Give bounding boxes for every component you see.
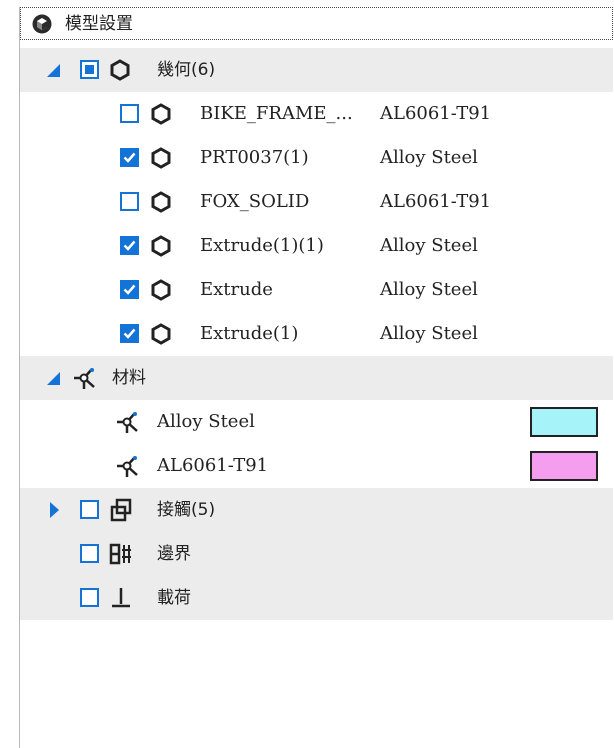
load-icon <box>109 586 133 614</box>
item-name: Extrude <box>200 279 273 300</box>
boundary-label: 邊界 <box>157 544 191 564</box>
expand-arrow-icon[interactable] <box>47 372 60 385</box>
tree-node-geometry[interactable]: 幾何(6) <box>20 48 613 92</box>
item-material: Alloy Steel <box>380 235 478 256</box>
hexagon-icon <box>150 323 172 349</box>
panel-header: 模型設置 <box>20 7 613 40</box>
hexagon-icon <box>150 191 172 217</box>
item-checkbox[interactable] <box>120 192 139 211</box>
geometry-item[interactable]: PRT0037(1) Alloy Steel <box>20 136 613 180</box>
expand-arrow-icon[interactable] <box>47 64 60 77</box>
material-color-swatch[interactable] <box>530 407 598 437</box>
item-material: Alloy Steel <box>380 323 478 344</box>
item-checkbox[interactable] <box>120 104 139 123</box>
checkmark-icon <box>123 152 136 163</box>
geometry-item[interactable]: BIKE_FRAME_... AL6061-T91 <box>20 92 613 136</box>
contacts-label: 接觸(5) <box>157 500 216 520</box>
geometry-item[interactable]: Extrude(1) Alloy Steel <box>20 312 613 356</box>
contacts-checkbox[interactable] <box>80 500 99 519</box>
cube-icon <box>32 14 52 38</box>
boundary-condition-icon <box>109 542 133 570</box>
checkmark-icon <box>123 328 136 339</box>
material-item[interactable]: Alloy Steel <box>20 400 613 444</box>
geometry-label: 幾何(6) <box>157 60 216 80</box>
item-name: Extrude(1) <box>200 323 299 344</box>
material-node-icon <box>72 365 98 395</box>
material-color-swatch[interactable] <box>530 451 598 481</box>
item-name: PRT0037(1) <box>200 147 309 168</box>
tree-node-contacts[interactable]: 接觸(5) <box>20 488 613 532</box>
hexagon-icon <box>150 103 172 129</box>
item-checkbox[interactable] <box>120 324 139 343</box>
hexagon-icon <box>150 279 172 305</box>
boundary-checkbox[interactable] <box>80 544 99 563</box>
material-node-icon <box>115 453 141 483</box>
tree-node-loads[interactable]: 載荷 <box>20 576 613 620</box>
panel-title: 模型設置 <box>65 14 133 34</box>
collapse-arrow-icon[interactable] <box>50 502 59 518</box>
loads-checkbox[interactable] <box>80 588 99 607</box>
item-material: AL6061-T91 <box>380 191 492 212</box>
loads-label: 載荷 <box>157 588 191 608</box>
item-name: BIKE_FRAME_... <box>200 103 353 124</box>
material-name: Alloy Steel <box>157 411 255 432</box>
material-node-icon <box>115 409 141 439</box>
item-name: Extrude(1)(1) <box>200 235 324 256</box>
item-material: AL6061-T91 <box>380 103 492 124</box>
geometry-checkbox[interactable] <box>80 60 99 79</box>
item-name: FOX_SOLID <box>200 191 310 212</box>
material-name: AL6061-T91 <box>157 455 269 476</box>
item-checkbox[interactable] <box>120 148 139 167</box>
hexagon-icon <box>109 59 131 85</box>
item-checkbox[interactable] <box>120 280 139 299</box>
item-checkbox[interactable] <box>120 236 139 255</box>
material-item[interactable]: AL6061-T91 <box>20 444 613 488</box>
contact-pair-icon <box>109 498 133 526</box>
geometry-item[interactable]: Extrude Alloy Steel <box>20 268 613 312</box>
tree-node-materials[interactable]: 材料 <box>20 356 613 400</box>
checkmark-icon <box>123 284 136 295</box>
item-material: Alloy Steel <box>380 279 478 300</box>
hexagon-icon <box>150 147 172 173</box>
tree-node-boundary[interactable]: 邊界 <box>20 532 613 576</box>
materials-label: 材料 <box>112 368 146 388</box>
item-material: Alloy Steel <box>380 147 478 168</box>
model-setup-panel: 模型設置 幾何(6) BIKE_FRAME_... AL6061-T91 PRT… <box>19 7 613 748</box>
geometry-item[interactable]: Extrude(1)(1) Alloy Steel <box>20 224 613 268</box>
hexagon-icon <box>150 235 172 261</box>
checkmark-icon <box>123 240 136 251</box>
geometry-item[interactable]: FOX_SOLID AL6061-T91 <box>20 180 613 224</box>
